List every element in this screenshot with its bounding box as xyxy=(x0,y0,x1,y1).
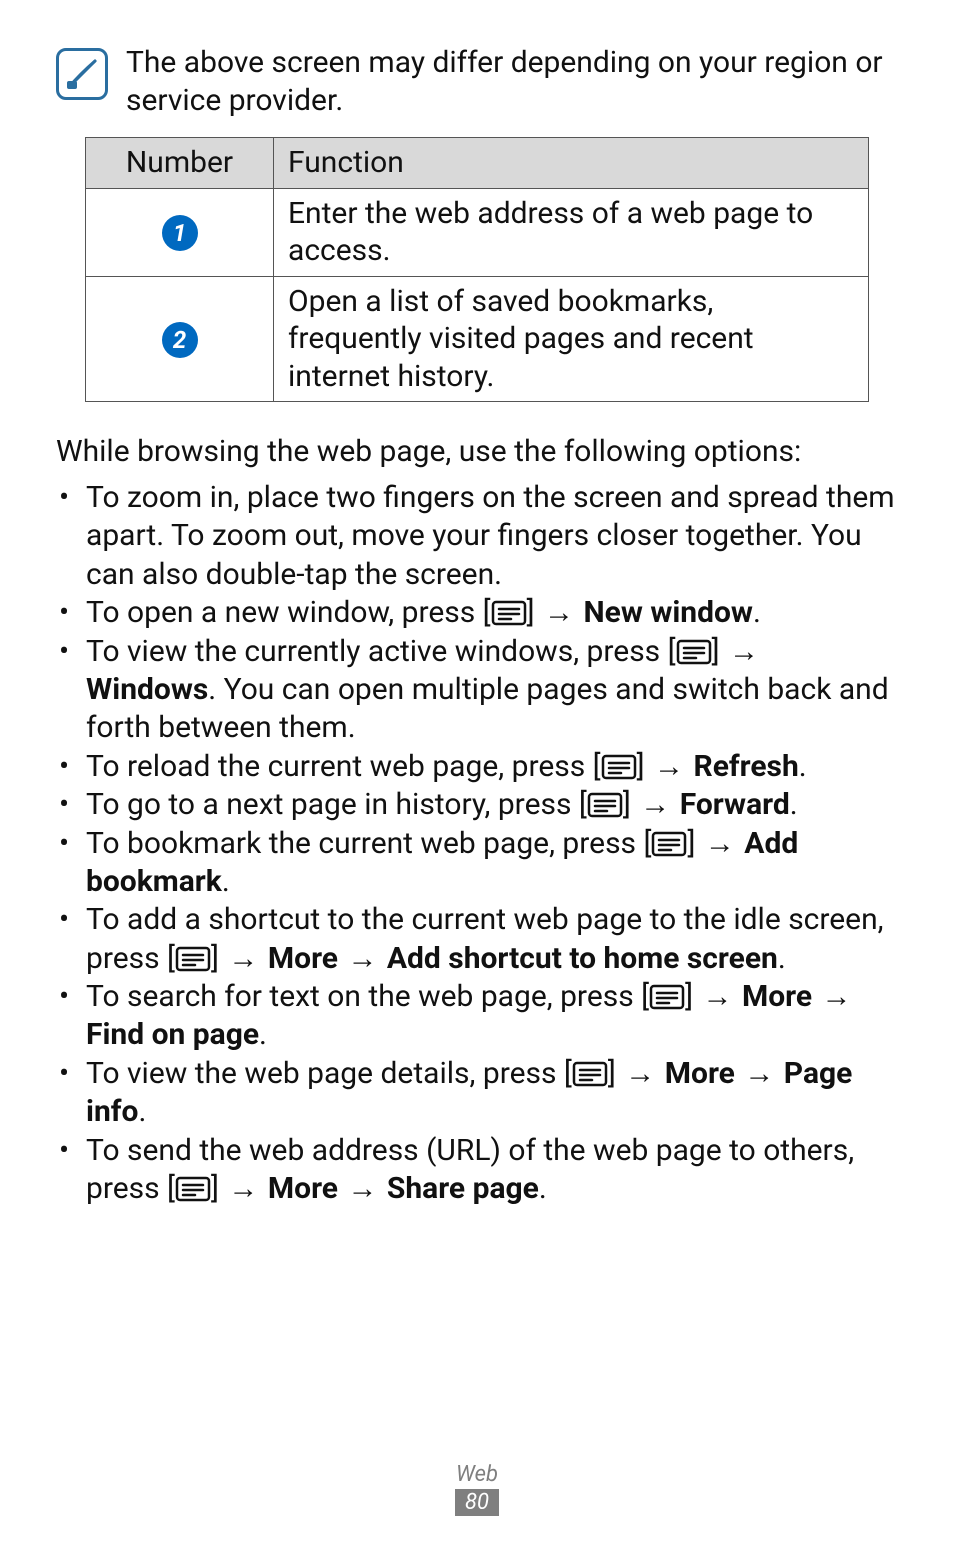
bold-label: Windows xyxy=(86,672,208,707)
arrow-icon: → xyxy=(638,786,672,824)
table-row: 1 Enter the web address of a web page to … xyxy=(86,188,869,276)
bold-label: Share page xyxy=(387,1171,539,1206)
arrow-icon: → xyxy=(623,1055,657,1093)
arrow-icon: → xyxy=(542,594,576,632)
bold-label: Add bookmark xyxy=(86,826,798,899)
list-item: To open a new window, press [] → New win… xyxy=(56,594,898,632)
footer-section: Web xyxy=(0,1462,954,1487)
bold-label: Find on page xyxy=(86,1017,259,1052)
menu-icon xyxy=(587,792,623,818)
list-item: To send the web address (URL) of the web… xyxy=(56,1132,898,1209)
bold-label: Add shortcut to home screen xyxy=(387,941,778,976)
arrow-icon: → xyxy=(226,940,260,978)
list-item: To reload the current web page, press []… xyxy=(56,748,898,786)
footer-page-number: 80 xyxy=(455,1489,499,1516)
arrow-icon: → xyxy=(820,978,854,1016)
bold-label: Refresh xyxy=(693,749,798,784)
info-note-text: The above screen may differ depending on… xyxy=(126,44,898,119)
list-item: To bookmark the current web page, press … xyxy=(56,825,898,902)
table-row: 2 Open a list of saved bookmarks, frequen… xyxy=(86,276,869,402)
info-note: The above screen may differ depending on… xyxy=(56,44,898,119)
list-item: To view the web page details, press [] →… xyxy=(56,1055,898,1132)
bold-label: More xyxy=(742,979,812,1014)
menu-icon xyxy=(175,946,211,972)
arrow-icon: → xyxy=(742,1055,776,1093)
table-header-function: Function xyxy=(274,138,869,189)
arrow-icon: → xyxy=(345,940,379,978)
arrow-icon: → xyxy=(727,633,761,671)
list-item: To zoom in, place two fingers on the scr… xyxy=(56,479,898,594)
arrow-icon: → xyxy=(703,825,737,863)
table-cell-number: 2 xyxy=(86,276,274,402)
menu-icon xyxy=(651,831,687,857)
list-item: To search for text on the web page, pres… xyxy=(56,978,898,1055)
arrow-icon: → xyxy=(652,748,686,786)
bold-label: New window xyxy=(583,595,753,630)
bold-label: More xyxy=(268,941,338,976)
list-item: To view the currently active windows, pr… xyxy=(56,633,898,748)
bold-label: Page info xyxy=(86,1056,852,1129)
number-badge: 2 xyxy=(162,322,198,358)
page-footer: Web 80 xyxy=(0,1462,954,1516)
menu-icon xyxy=(572,1061,608,1087)
arrow-icon: → xyxy=(226,1170,260,1208)
table-cell-number: 1 xyxy=(86,188,274,276)
intro-text: While browsing the web page, use the fol… xyxy=(56,432,898,471)
number-badge: 1 xyxy=(162,215,198,251)
menu-icon xyxy=(649,984,685,1010)
bold-label: More xyxy=(268,1171,338,1206)
menu-icon xyxy=(601,754,637,780)
table-cell-function: Enter the web address of a web page to a… xyxy=(274,188,869,276)
table-header-number: Number xyxy=(86,138,274,189)
list-item: To go to a next page in history, press [… xyxy=(56,786,898,824)
arrow-icon: → xyxy=(701,978,735,1016)
options-list: To zoom in, place two fingers on the scr… xyxy=(56,479,898,1208)
list-item: To add a shortcut to the current web pag… xyxy=(56,901,898,978)
menu-icon xyxy=(175,1176,211,1202)
arrow-icon: → xyxy=(345,1170,379,1208)
bold-label: Forward xyxy=(680,787,790,822)
menu-icon xyxy=(491,600,527,626)
info-note-icon xyxy=(56,48,108,100)
menu-icon xyxy=(676,639,712,665)
number-function-table: Number Function 1 Enter the web address o… xyxy=(85,137,869,402)
bold-label: More xyxy=(665,1056,735,1091)
table-cell-function: Open a list of saved bookmarks, frequent… xyxy=(274,276,869,402)
